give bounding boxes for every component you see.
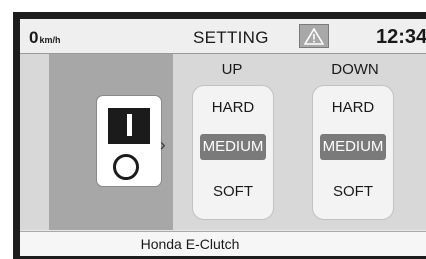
speed-unit: km/h <box>39 35 61 45</box>
footer-bar: Honda E-Clutch <box>20 231 426 256</box>
down-option-soft[interactable]: SOFT <box>313 183 393 200</box>
chevron-right-icon: › <box>160 135 166 154</box>
warning-triangle-icon <box>299 24 329 48</box>
display-bezel: 0 km/h SETTING 12:34 › UP DOWN HARD MEDI… <box>13 12 426 259</box>
settings-content: › UP DOWN HARD MEDIUM SOFT HARD MEDIUM S… <box>20 54 426 230</box>
display-screen: 0 km/h SETTING 12:34 › UP DOWN HARD MEDI… <box>20 19 426 256</box>
up-option-hard[interactable]: HARD <box>193 99 273 116</box>
screen-title: SETTING <box>193 28 269 47</box>
column-header-up: UP <box>221 61 243 78</box>
column-header-down: DOWN <box>331 61 379 78</box>
illustration-panel <box>49 54 173 230</box>
switch-circle <box>113 154 139 180</box>
clock: 12:34 <box>376 26 426 48</box>
upshift-option-list: HARD MEDIUM SOFT <box>192 85 274 220</box>
downshift-option-list: HARD MEDIUM SOFT <box>312 85 394 220</box>
switch-lever <box>127 114 132 136</box>
speedometer: 0 km/h <box>29 28 60 48</box>
up-option-medium-selected[interactable]: MEDIUM <box>200 134 266 160</box>
clutch-switch-icon <box>96 95 162 187</box>
status-bar: 0 km/h SETTING 12:34 <box>20 19 426 54</box>
footer-label: Honda E-Clutch <box>140 236 240 252</box>
switch-lever-block <box>108 108 150 144</box>
down-option-hard[interactable]: HARD <box>313 99 393 116</box>
down-option-medium-selected[interactable]: MEDIUM <box>320 134 386 160</box>
speed-value: 0 <box>29 28 39 47</box>
up-option-soft[interactable]: SOFT <box>193 183 273 200</box>
